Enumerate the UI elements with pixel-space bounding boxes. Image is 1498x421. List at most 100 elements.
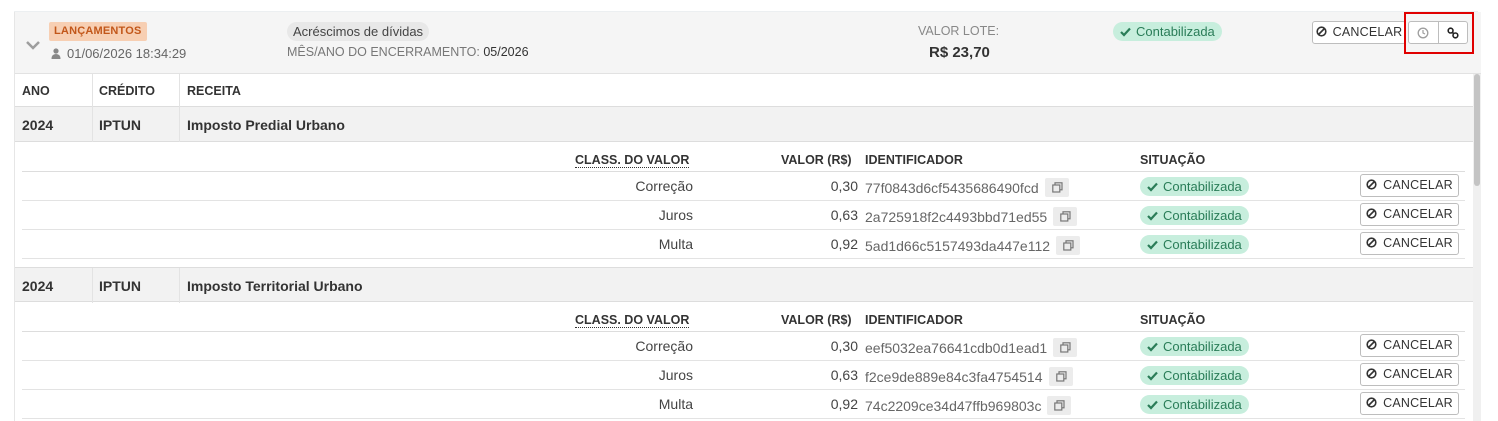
table-header: ANO CRÉDITO RECEITA (15, 74, 1473, 107)
row-status-badge: Contabilizada (1140, 337, 1249, 356)
lot-panel: LANÇAMENTOS 01/06/2026 18:34:29 Acréscim… (14, 12, 1481, 421)
top-gap (14, 0, 1478, 12)
col-value: VALOR (R$) (781, 153, 852, 167)
row-status-badge: Contabilizada (1140, 235, 1249, 254)
ban-icon (1366, 179, 1377, 190)
group-revenue: Imposto Predial Urbano (187, 117, 345, 133)
group-year: 2024 (22, 117, 54, 133)
cancel-row-button[interactable]: CANCELAR (1360, 392, 1459, 415)
identifier-text: 74c2209ce34d47ffb969803c (865, 398, 1042, 414)
col-class[interactable]: CLASS. DO VALOR (575, 313, 690, 328)
cancel-row-button[interactable]: CANCELAR (1360, 174, 1459, 197)
cancel-label: CANCELAR (1383, 236, 1453, 250)
copy-button[interactable] (1056, 236, 1081, 255)
row-value: 0,92 (830, 236, 858, 252)
row-identifier: 77f0843d6cf5435686490fcd (865, 178, 1069, 197)
closing-period: MÊS/ANO DO ENCERRAMENTO: 05/2026 (287, 45, 529, 59)
status-text: Contabilizada (1163, 339, 1242, 354)
closing-label: MÊS/ANO DO ENCERRAMENTO: (287, 45, 480, 59)
cancel-label: CANCELAR (1383, 396, 1453, 410)
copy-icon (1060, 342, 1071, 353)
ban-icon (1316, 26, 1327, 37)
identifier-text: f2ce9de889e84c3fa4754514 (865, 369, 1043, 385)
copy-button[interactable] (1053, 338, 1078, 357)
table-row: Juros 0,63 2a725918f2c4493bbd71ed55 Cont… (22, 201, 1465, 230)
description-pill: Acréscimos de dívidas (287, 22, 430, 41)
col-credito: CRÉDITO (99, 84, 156, 98)
cancel-row-button[interactable]: CANCELAR (1360, 232, 1459, 255)
check-icon (1147, 240, 1158, 250)
row-class: Multa (658, 396, 693, 412)
user-icon (51, 48, 61, 59)
identifier-text: 5ad1d66c5157493da447e112 (865, 238, 1051, 254)
row-identifier: f2ce9de889e84c3fa4754514 (865, 367, 1073, 386)
row-class: Correção (635, 338, 693, 354)
row-identifier: 2a725918f2c4493bbd71ed55 (865, 207, 1078, 226)
copy-button[interactable] (1053, 207, 1078, 226)
status-text: Contabilizada (1163, 237, 1242, 252)
col-identifier: IDENTIFICADOR (865, 313, 963, 327)
ban-icon (1366, 368, 1377, 379)
status-text: Contabilizada (1163, 179, 1242, 194)
lot-header[interactable]: LANÇAMENTOS 01/06/2026 18:34:29 Acréscim… (15, 12, 1481, 74)
datetime-text: 01/06/2026 18:34:29 (67, 46, 187, 61)
col-status: SITUAÇÃO (1140, 313, 1206, 327)
col-divider (179, 107, 180, 142)
launch-type-tag: LANÇAMENTOS (49, 22, 147, 41)
ban-icon (1366, 339, 1377, 350)
check-icon (1147, 400, 1158, 410)
group-credit: IPTUN (99, 278, 141, 294)
col-divider (179, 74, 180, 107)
copy-icon (1051, 182, 1063, 193)
table-row: Correção 0,30 77f0843d6cf5435686490fcd C… (22, 172, 1465, 201)
scrollbar-thumb[interactable] (1474, 74, 1480, 186)
row-value: 0,92 (830, 396, 858, 412)
cancel-row-button[interactable]: CANCELAR (1360, 363, 1459, 386)
cancel-label: CANCELAR (1383, 338, 1453, 352)
col-ano: ANO (22, 84, 50, 98)
ban-icon (1366, 397, 1377, 408)
revenue-group-row[interactable]: 2024 IPTUN Imposto Predial Urbano (15, 107, 1473, 142)
copy-icon (1054, 400, 1066, 411)
row-status-badge: Contabilizada (1140, 206, 1249, 225)
group-revenue: Imposto Territorial Urbano (187, 278, 363, 294)
check-icon (1147, 371, 1158, 381)
copy-icon (1063, 240, 1074, 251)
check-icon (1147, 182, 1158, 192)
check-icon (1147, 211, 1158, 221)
cancel-label: CANCELAR (1332, 25, 1403, 39)
col-divider (92, 107, 93, 142)
cancel-label: CANCELAR (1383, 367, 1453, 381)
cancel-row-button[interactable]: CANCELAR (1360, 203, 1459, 226)
table-row: Juros 0,63 f2ce9de889e84c3fa4754514 Cont… (22, 361, 1465, 390)
col-divider (92, 74, 93, 107)
highlight-box (1404, 12, 1474, 54)
identifier-text: eef5032ea76641cdb0d1ead1 (865, 340, 1048, 356)
revenue-group-row[interactable]: 2024 IPTUN Imposto Territorial Urbano (15, 267, 1473, 303)
row-status-badge: Contabilizada (1140, 177, 1249, 196)
status-text: Contabilizada (1163, 208, 1242, 223)
col-divider (92, 268, 93, 303)
copy-button[interactable] (1044, 178, 1069, 197)
group-year: 2024 (22, 278, 54, 294)
row-value: 0,63 (830, 207, 858, 223)
created-datetime: 01/06/2026 18:34:29 (51, 46, 186, 61)
copy-icon (1060, 211, 1071, 222)
col-receita: RECEITA (187, 84, 241, 98)
row-identifier: 74c2209ce34d47ffb969803c (865, 396, 1072, 415)
cancel-lot-button[interactable]: CANCELAR (1312, 21, 1406, 44)
row-status-badge: Contabilizada (1140, 395, 1249, 414)
check-icon (1147, 342, 1158, 352)
row-class: Juros (658, 207, 693, 223)
row-value: 0,30 (830, 178, 858, 194)
chevron-down-icon[interactable] (25, 39, 41, 51)
detail-header: CLASS. DO VALOR VALOR (R$) IDENTIFICADOR… (22, 302, 1465, 332)
copy-button[interactable] (1048, 367, 1073, 386)
closing-value: 05/2026 (483, 45, 529, 59)
table-row: Correção 0,30 eef5032ea76641cdb0d1ead1 C… (22, 332, 1465, 361)
copy-button[interactable] (1047, 396, 1072, 415)
cancel-row-button[interactable]: CANCELAR (1360, 334, 1459, 357)
status-text: Contabilizada (1163, 368, 1242, 383)
identifier-text: 77f0843d6cf5435686490fcd (865, 180, 1039, 196)
col-class[interactable]: CLASS. DO VALOR (575, 153, 690, 168)
